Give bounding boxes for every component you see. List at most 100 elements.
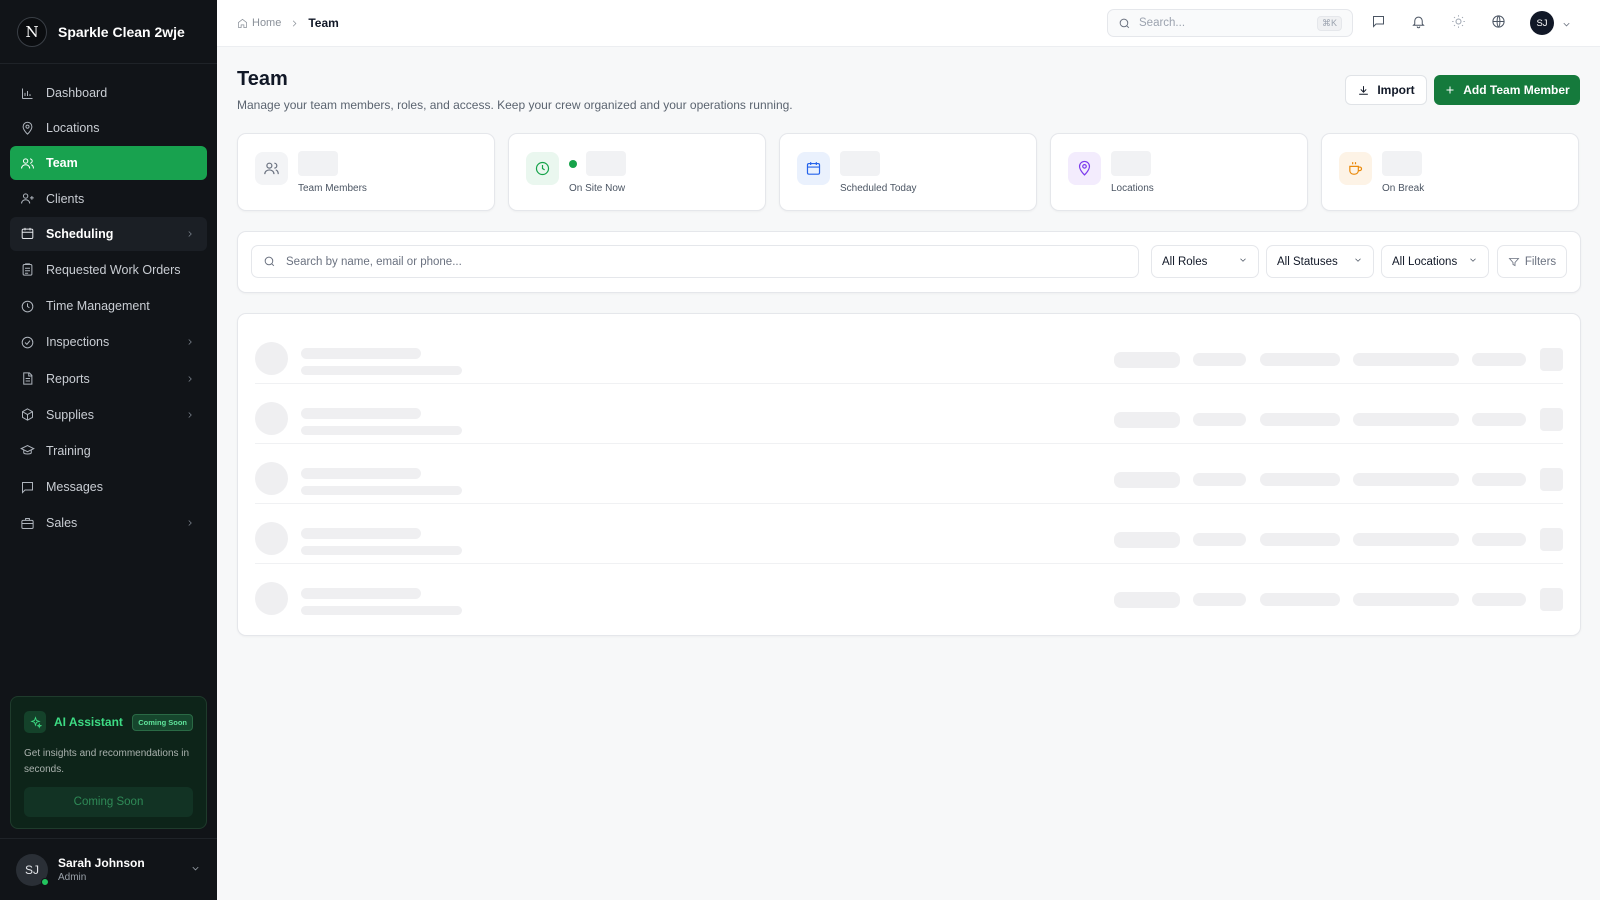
sidebar-item-label: Supplies <box>46 407 94 422</box>
sidebar-item-team[interactable]: Team <box>10 146 207 181</box>
filter-bar: Search by name, email or phone... All Ro… <box>237 231 1581 293</box>
team-table-loading <box>237 313 1581 636</box>
table-row-skeleton <box>255 564 1563 624</box>
skeleton-placeholder <box>1472 473 1526 486</box>
ai-coming-soon-button[interactable]: Coming Soon <box>24 787 193 817</box>
user-plus-icon <box>20 191 35 206</box>
import-button[interactable]: Import <box>1345 75 1427 105</box>
download-icon <box>1359 85 1369 95</box>
sidebar-item-label: Requested Work Orders <box>46 262 181 277</box>
stat-value-skeleton <box>1111 151 1151 176</box>
breadcrumb-home[interactable]: Home <box>237 17 281 29</box>
sidebar-item-label: Time Management <box>46 299 150 314</box>
skeleton-placeholder <box>301 546 462 555</box>
chevron-down-icon[interactable] <box>1561 17 1572 35</box>
clock-icon <box>526 152 559 185</box>
filter-icon <box>1508 257 1520 266</box>
package-icon <box>20 407 35 422</box>
message-square-icon <box>20 480 35 495</box>
stat-value-skeleton <box>840 151 880 176</box>
skeleton-placeholder <box>1260 413 1340 426</box>
sidebar: N Sparkle Clean 2wje Dashboard Locations T… <box>0 0 217 900</box>
stat-label: Locations <box>1111 183 1154 194</box>
sidebar-item-label: Inspections <box>46 335 110 350</box>
statuses-select-value: All Statuses <box>1277 255 1338 268</box>
roles-select[interactable]: All Roles <box>1151 245 1259 278</box>
sidebar-item-inspections[interactable]: Inspections <box>10 325 207 359</box>
stat-card-team-members: Team Members <box>237 133 495 211</box>
sidebar-item-label: Team <box>46 156 78 171</box>
bell-icon[interactable] <box>1411 14 1427 30</box>
skeleton-placeholder <box>1193 533 1246 546</box>
chevron-right-icon <box>185 228 195 238</box>
sidebar-item-clients[interactable]: Clients <box>10 182 207 216</box>
skeleton-placeholder <box>1540 468 1563 491</box>
sidebar-item-scheduling[interactable]: Scheduling <box>10 216 207 251</box>
sidebar-item-training[interactable]: Training <box>10 434 207 468</box>
skeleton-placeholder <box>1353 413 1459 426</box>
skeleton-placeholder <box>301 606 462 615</box>
globe-icon[interactable] <box>1491 14 1507 30</box>
sidebar-item-label: Sales <box>46 516 78 531</box>
search-icon <box>1119 18 1130 28</box>
chevron-down-icon <box>1468 255 1478 268</box>
sidebar-item-label: Dashboard <box>46 86 108 100</box>
import-button-label: Import <box>1377 83 1415 97</box>
sidebar-item-sales[interactable]: Sales <box>10 506 207 540</box>
roles-select-value: All Roles <box>1162 255 1208 268</box>
sidebar-item-requested-work-orders[interactable]: Requested Work Orders <box>10 253 207 287</box>
filters-button-label: Filters <box>1524 255 1557 268</box>
team-search-input[interactable]: Search by name, email or phone... <box>251 245 1139 278</box>
skeleton-placeholder <box>1472 593 1526 606</box>
sidebar-item-label: Locations <box>46 121 100 136</box>
topbar-avatar[interactable]: SJ <box>1530 11 1554 35</box>
users-icon <box>20 156 35 171</box>
global-search-input[interactable]: Search... ⌘K <box>1107 9 1353 37</box>
locations-select[interactable]: All Locations <box>1381 245 1489 278</box>
skeleton-placeholder <box>1353 593 1459 606</box>
user-menu[interactable]: SJ Sarah Johnson Admin <box>0 838 217 900</box>
message-icon[interactable] <box>1371 14 1387 30</box>
table-row-skeleton <box>255 324 1563 384</box>
skeleton-placeholder <box>301 366 462 375</box>
avatar-initials: SJ <box>24 862 39 877</box>
sidebar-item-reports[interactable]: Reports <box>10 362 207 396</box>
skeleton-placeholder <box>1540 588 1563 611</box>
briefcase-icon <box>20 516 35 531</box>
skeleton-placeholder <box>301 426 462 435</box>
map-pin-icon <box>1068 152 1101 185</box>
chevron-right-icon <box>185 336 195 346</box>
chevron-right-icon <box>293 19 297 27</box>
skeleton-placeholder <box>1114 412 1180 428</box>
file-text-icon <box>20 371 35 386</box>
statuses-select[interactable]: All Statuses <box>1266 245 1374 278</box>
skeleton-placeholder <box>1353 353 1459 366</box>
sidebar-item-label: Messages <box>46 480 103 495</box>
filters-button[interactable]: Filters <box>1497 245 1567 278</box>
stat-card-scheduled-today: Scheduled Today <box>779 133 1037 211</box>
sidebar-item-dashboard[interactable]: Dashboard <box>10 76 207 110</box>
skeleton-placeholder <box>255 522 288 555</box>
brand-name: Sparkle Clean 2wje <box>58 23 185 40</box>
ai-assistant-description: Get insights and recommendations in seco… <box>24 748 190 775</box>
add-team-member-button[interactable]: Add Team Member <box>1434 75 1580 105</box>
bar-chart-icon <box>20 86 35 101</box>
skeleton-placeholder <box>255 402 288 435</box>
search-icon <box>264 256 275 267</box>
theme-sun-icon[interactable] <box>1451 14 1467 30</box>
skeleton-placeholder <box>1114 532 1180 548</box>
sidebar-item-messages[interactable]: Messages <box>10 470 207 504</box>
breadcrumb-home-label: Home <box>252 17 282 29</box>
skeleton-placeholder <box>255 342 288 375</box>
check-circle-icon <box>20 335 35 350</box>
sidebar-item-supplies[interactable]: Supplies <box>10 398 207 432</box>
breadcrumb: Home Team <box>237 16 339 30</box>
sidebar-item-locations[interactable]: Locations <box>10 111 207 145</box>
brand-header[interactable]: N Sparkle Clean 2wje <box>0 0 217 64</box>
sidebar-item-label: Clients <box>46 191 85 206</box>
sidebar-item-time-management[interactable]: Time Management <box>10 289 207 323</box>
skeleton-placeholder <box>1260 473 1340 486</box>
locations-select-value: All Locations <box>1392 255 1458 268</box>
stats-row: Team Members On Site Now Scheduled Today Lo… <box>237 133 1579 211</box>
page-subtitle: Manage your team members, roles, and acc… <box>237 98 793 112</box>
